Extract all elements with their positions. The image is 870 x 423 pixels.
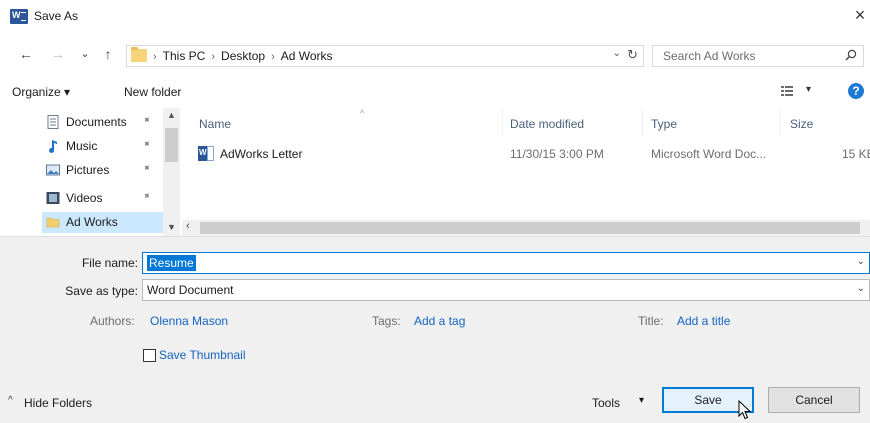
pin-icon[interactable]: ✦ — [139, 162, 152, 176]
tags-label: Tags: — [372, 314, 401, 328]
column-divider[interactable] — [642, 108, 643, 136]
column-header-type[interactable]: Type — [651, 117, 677, 131]
column-header-size[interactable]: Size — [790, 117, 813, 131]
nav-item-label: Ad Works — [66, 215, 118, 229]
chevron-down-icon[interactable]: ⌄ — [168, 221, 176, 232]
nav-item-documents[interactable]: Documents ✦ — [0, 112, 162, 133]
save-thumbnail-label[interactable]: Save Thumbnail — [159, 348, 246, 362]
file-name-field[interactable]: Resume ⌄ — [142, 252, 870, 274]
close-icon[interactable]: × — [851, 4, 869, 26]
pin-icon[interactable]: ✦ — [139, 190, 152, 204]
nav-item-pictures[interactable]: Pictures ✦ — [0, 160, 162, 181]
organize-button[interactable]: Organize ▾ — [12, 85, 70, 99]
search-placeholder: Search Ad Works — [663, 49, 756, 63]
save-as-type-label: Save as type: — [65, 284, 138, 298]
videos-icon — [46, 192, 60, 204]
hide-folders-button[interactable]: Hide Folders — [24, 396, 92, 410]
title-label: Title: — [638, 314, 664, 328]
title-bar: Save As × — [0, 0, 870, 34]
scrollbar-thumb[interactable] — [200, 222, 860, 234]
help-icon[interactable]: ? — [848, 83, 864, 99]
folder-icon — [131, 47, 147, 62]
authors-label: Authors: — [90, 314, 135, 328]
title-field[interactable]: Add a title — [677, 314, 730, 328]
nav-item-label: Videos — [66, 191, 103, 205]
sort-ascending-icon: ^ — [360, 108, 365, 118]
breadcrumb-desktop[interactable]: Desktop — [221, 49, 265, 63]
nav-item-ad-works[interactable]: Ad Works — [42, 212, 163, 233]
view-options-icon[interactable] — [781, 85, 793, 97]
file-list-horizontal-scrollbar[interactable]: ‹ — [182, 220, 870, 236]
pin-icon[interactable]: ✦ — [139, 114, 152, 128]
file-name-value[interactable]: Resume — [147, 255, 196, 271]
column-header-date-modified[interactable]: Date modified — [510, 117, 584, 131]
chevron-right-icon: › — [153, 51, 157, 63]
file-list: Name Date modified Type Size — [182, 108, 870, 220]
chevron-right-icon[interactable]: › — [211, 51, 215, 63]
search-input[interactable]: Search Ad Works — [652, 45, 864, 67]
word-app-icon — [10, 9, 28, 24]
window-title: Save As — [34, 9, 79, 23]
nav-pane-scrollbar[interactable]: ▲ ▼ — [163, 108, 180, 236]
documents-icon — [47, 115, 59, 129]
nav-item-label: Music — [66, 139, 98, 153]
size-cell: 15 KB — [842, 147, 870, 161]
breadcrumb-ad-works[interactable]: Ad Works — [281, 49, 333, 63]
type-cell: Microsoft Word Doc... — [651, 147, 767, 161]
recent-locations-dropdown-icon[interactable]: ⌄ — [77, 46, 93, 62]
chevron-up-icon[interactable]: ^ — [8, 395, 13, 406]
breadcrumb-this-pc[interactable]: This PC — [163, 49, 206, 63]
navigation-pane: Documents ✦ Music ✦ Pictures ✦ Videos ✦ … — [0, 108, 180, 236]
word-document-icon — [198, 146, 214, 161]
address-bar[interactable]: › This PC › Desktop › Ad Works ⌄ ↻ — [126, 45, 644, 67]
folder-icon — [46, 217, 60, 228]
refresh-icon[interactable]: ↻ — [627, 47, 638, 63]
column-divider[interactable] — [502, 108, 503, 136]
save-as-type-value: Word Document — [147, 283, 234, 297]
authors-field[interactable]: Olenna Mason — [150, 314, 228, 328]
file-name-label: File name: — [81, 256, 138, 270]
save-thumbnail-checkbox[interactable] — [143, 349, 156, 362]
mouse-pointer-icon — [738, 400, 752, 420]
pictures-icon — [46, 164, 60, 176]
forward-arrow-icon[interactable]: → — [50, 46, 66, 62]
scroll-up-icon[interactable]: ▲ — [167, 110, 176, 120]
nav-item-label: Documents — [66, 115, 127, 129]
search-icon[interactable] — [845, 49, 857, 61]
scroll-left-icon[interactable]: ‹ — [186, 220, 190, 232]
chevron-right-icon[interactable]: › — [271, 51, 275, 63]
save-as-type-select[interactable]: Word Document ⌄ — [142, 279, 870, 301]
view-dropdown-icon[interactable]: ▾ — [806, 84, 811, 95]
music-icon — [49, 140, 57, 153]
chevron-down-icon[interactable]: ⌄ — [857, 256, 865, 267]
date-modified-cell: 11/30/15 3:00 PM — [510, 147, 604, 161]
file-name-cell[interactable]: AdWorks Letter — [220, 147, 302, 161]
tools-dropdown-icon[interactable]: ▾ — [639, 395, 644, 406]
breadcrumb: › This PC › Desktop › Ad Works — [153, 49, 333, 63]
tags-field[interactable]: Add a tag — [414, 314, 465, 328]
new-folder-button[interactable]: New folder — [124, 85, 181, 99]
nav-item-label: Pictures — [66, 163, 110, 177]
chevron-down-icon[interactable]: ⌄ — [857, 283, 865, 294]
column-header-name[interactable]: Name — [199, 117, 231, 131]
tools-button[interactable]: Tools — [592, 396, 620, 410]
pin-icon[interactable]: ✦ — [139, 138, 152, 152]
up-arrow-icon[interactable]: ↑ — [100, 46, 116, 62]
command-toolbar: Organize ▾ New folder — [0, 78, 870, 106]
scrollbar-thumb[interactable] — [165, 128, 178, 162]
nav-item-music[interactable]: Music ✦ — [0, 136, 162, 157]
chevron-down-icon[interactable]: ⌄ — [613, 48, 621, 59]
cancel-button[interactable]: Cancel — [768, 387, 860, 413]
back-arrow-icon[interactable]: ← — [18, 46, 34, 62]
nav-item-videos[interactable]: Videos ✦ — [0, 188, 162, 209]
column-divider[interactable] — [780, 108, 781, 136]
